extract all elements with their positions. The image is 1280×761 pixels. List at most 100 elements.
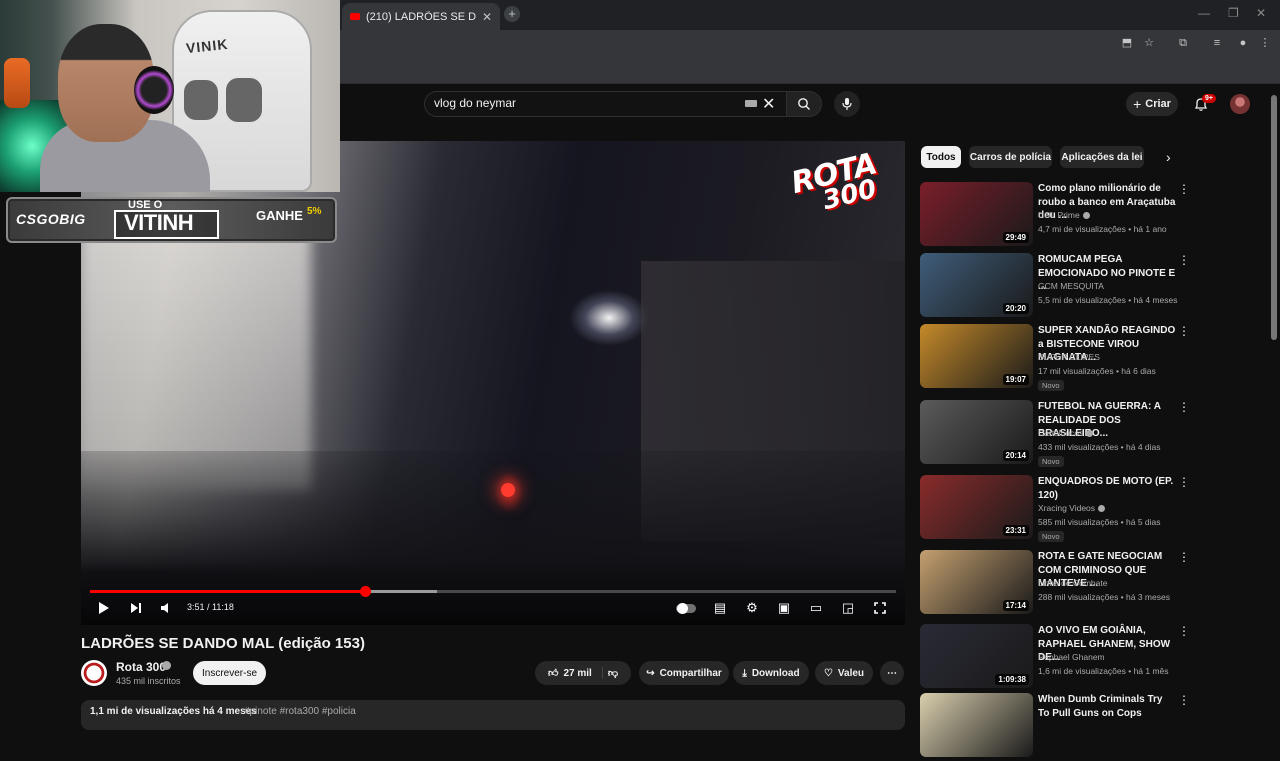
recommendation-channel[interactable]: GCM MESQUITA bbox=[1038, 281, 1104, 291]
more-vertical-icon[interactable]: ⋮ bbox=[1178, 324, 1190, 338]
recommendation-title[interactable]: When Dumb Criminals Try To Pull Guns on … bbox=[1038, 693, 1176, 720]
autoplay-toggle-icon bbox=[676, 602, 696, 614]
minimize-button[interactable]: — bbox=[1198, 6, 1210, 20]
recommendation-item[interactable]: 20:14 FUTEBOL NA GUERRA: A REALIDADE DOS … bbox=[920, 400, 1190, 468]
keyboard-icon[interactable] bbox=[745, 100, 757, 107]
page-scrollbar[interactable] bbox=[1271, 95, 1277, 340]
recommendation-channel[interactable]: Raphael Ghanem bbox=[1038, 652, 1105, 662]
recommendation-channel[interactable]: SUPER CLIPES bbox=[1038, 352, 1100, 362]
more-vertical-icon[interactable]: ⋮ bbox=[1178, 624, 1190, 638]
volume-button[interactable] bbox=[157, 599, 175, 617]
recommendation-title[interactable]: ENQUADROS DE MOTO (EP. 120) bbox=[1038, 475, 1176, 502]
youtube-favicon-icon bbox=[350, 13, 360, 20]
download-button[interactable]: ⤓ Download bbox=[733, 661, 809, 685]
thumbs-down-icon: 👎︎ bbox=[607, 668, 618, 679]
progress-scrubber[interactable] bbox=[360, 586, 371, 597]
new-badge: Novo bbox=[1038, 531, 1064, 542]
more-vertical-icon[interactable]: ⋮ bbox=[1178, 693, 1190, 707]
more-vertical-icon[interactable]: ⋮ bbox=[1178, 550, 1190, 564]
video-thumbnail[interactable]: 29:49 bbox=[920, 182, 1033, 246]
recommendation-channel[interactable]: UOL Prime bbox=[1038, 210, 1090, 220]
create-button[interactable]: + Criar bbox=[1126, 92, 1178, 116]
bookmark-star-icon[interactable]: ☆ bbox=[1142, 36, 1156, 50]
settings-button[interactable]: ⚙ bbox=[743, 599, 761, 617]
recommendation-channel-name: Linha de Combate bbox=[1038, 578, 1108, 588]
chip-law-enforcement[interactable]: Aplicações da lei bbox=[1060, 146, 1144, 168]
channel-watermark: ROTA 300 bbox=[788, 145, 894, 235]
account-avatar[interactable] bbox=[1230, 94, 1250, 114]
hashtags[interactable]: #pinote #rota300 #policia bbox=[244, 706, 356, 717]
miniplayer-icon: ▣ bbox=[777, 600, 791, 615]
like-count: 27 mil bbox=[563, 667, 592, 679]
maximize-button[interactable]: ❐ bbox=[1228, 6, 1239, 20]
more-horizontal-icon: ⋯ bbox=[887, 667, 897, 679]
recommendation-channel[interactable]: Linha de Combate bbox=[1038, 578, 1107, 588]
autoplay-toggle[interactable] bbox=[675, 599, 697, 617]
video-thumbnail[interactable] bbox=[920, 693, 1033, 757]
more-vertical-icon[interactable]: ⋮ bbox=[1178, 182, 1190, 196]
theater-icon: ▭ bbox=[809, 600, 823, 615]
browser-menu-icon[interactable]: ⋮ bbox=[1258, 36, 1272, 50]
profile-icon[interactable]: ● bbox=[1236, 36, 1250, 50]
next-button[interactable] bbox=[127, 599, 145, 617]
install-app-icon[interactable]: ⬒ bbox=[1120, 36, 1134, 50]
video-thumbnail[interactable]: 17:14 bbox=[920, 550, 1033, 614]
recommendation-channel[interactable]: Cartoloucos bbox=[1038, 428, 1094, 438]
recommendation-item[interactable]: 19:07 SUPER XANDÃO REAGINDO a BISTECONE V… bbox=[920, 324, 1190, 392]
more-vertical-icon[interactable]: ⋮ bbox=[1178, 253, 1190, 267]
video-thumbnail[interactable]: 20:20 bbox=[920, 253, 1033, 317]
play-button[interactable] bbox=[95, 599, 113, 617]
recommendation-item[interactable]: 29:49 Como plano milionário de roubo a ba… bbox=[920, 182, 1190, 250]
video-thumbnail[interactable]: 1:09:38 bbox=[920, 624, 1033, 688]
channel-name[interactable]: Rota 300 bbox=[116, 660, 166, 674]
share-icon: ↪ bbox=[646, 667, 655, 679]
video-thumbnail[interactable]: 23:31 bbox=[920, 475, 1033, 539]
recommendation-channel[interactable]: Xracing Videos bbox=[1038, 503, 1106, 513]
miniplayer-button[interactable]: ▣ bbox=[775, 599, 793, 617]
browser-tab[interactable]: (210) LADRÕES SE DANDO MAL ✕ bbox=[342, 3, 500, 30]
dislike-button[interactable]: 👎︎ bbox=[608, 667, 618, 679]
like-button[interactable]: 👍︎ 27 mil bbox=[548, 667, 603, 679]
recommendation-channel-name: GCM MESQUITA bbox=[1038, 281, 1104, 291]
search-button[interactable] bbox=[786, 91, 822, 117]
chevron-right-icon[interactable]: › bbox=[1166, 149, 1171, 165]
recommendation-item[interactable]: 17:14 ROTA E GATE NEGOCIAM COM CRIMINOSO … bbox=[920, 550, 1190, 618]
more-actions-button[interactable]: ⋯ bbox=[880, 661, 904, 685]
channel-avatar[interactable] bbox=[81, 660, 107, 686]
extensions-icon[interactable]: ⧉ bbox=[1176, 36, 1190, 50]
subscribe-button[interactable]: Inscrever-se bbox=[193, 661, 266, 685]
more-vertical-icon[interactable]: ⋮ bbox=[1178, 400, 1190, 414]
fullscreen-button[interactable] bbox=[871, 599, 889, 617]
like-dislike-group: 👍︎ 27 mil 👎︎ bbox=[535, 661, 631, 685]
recommendation-item[interactable]: 23:31 ENQUADROS DE MOTO (EP. 120) Xracing … bbox=[920, 475, 1190, 543]
recommendation-item[interactable]: 1:09:38 AO VIVO EM GOIÂNIA, RAPHAEL GHANE… bbox=[920, 624, 1190, 692]
video-thumbnail[interactable]: 19:07 bbox=[920, 324, 1033, 388]
microphone-icon bbox=[842, 98, 852, 110]
chip-all[interactable]: Todos bbox=[921, 146, 961, 168]
media-controls-icon[interactable]: ≡ bbox=[1210, 36, 1224, 50]
verified-icon bbox=[162, 661, 171, 670]
verified-icon bbox=[1082, 212, 1090, 220]
search-input[interactable]: vlog do neymar bbox=[434, 96, 516, 110]
recommendation-item[interactable]: 20:20 ROMUCAM PEGA EMOCIONADO NO PINOTE E… bbox=[920, 253, 1190, 321]
video-frame-tail-light bbox=[501, 483, 515, 497]
chip-police-cars[interactable]: Carros de polícia bbox=[969, 146, 1052, 168]
recommendation-item[interactable]: When Dumb Criminals Try To Pull Guns on … bbox=[920, 693, 1190, 761]
tab-close-icon[interactable]: ✕ bbox=[482, 10, 492, 24]
share-button[interactable]: ↪ Compartilhar bbox=[639, 661, 729, 685]
views-and-date: 1,1 mi de visualizações há 4 meses bbox=[90, 706, 257, 717]
clear-search-icon[interactable]: ✕ bbox=[762, 94, 775, 114]
new-tab-button[interactable]: + bbox=[504, 6, 520, 22]
more-vertical-icon[interactable]: ⋮ bbox=[1178, 475, 1190, 489]
video-thumbnail[interactable]: 20:14 bbox=[920, 400, 1033, 464]
close-window-button[interactable]: ✕ bbox=[1256, 6, 1266, 20]
theater-mode-button[interactable]: ▭ bbox=[807, 599, 825, 617]
plus-icon: + bbox=[1133, 96, 1142, 112]
thanks-button[interactable]: ♡ Valeu bbox=[815, 661, 873, 685]
subtitles-icon: ▤ bbox=[713, 600, 727, 615]
thumbs-up-icon: 👍︎ bbox=[548, 668, 559, 679]
subtitles-button[interactable]: ▤ bbox=[711, 599, 729, 617]
voice-search-button[interactable] bbox=[834, 91, 860, 117]
recommendation-channel-name: Raphael Ghanem bbox=[1038, 652, 1105, 662]
cast-button[interactable]: ◲ bbox=[839, 599, 857, 617]
